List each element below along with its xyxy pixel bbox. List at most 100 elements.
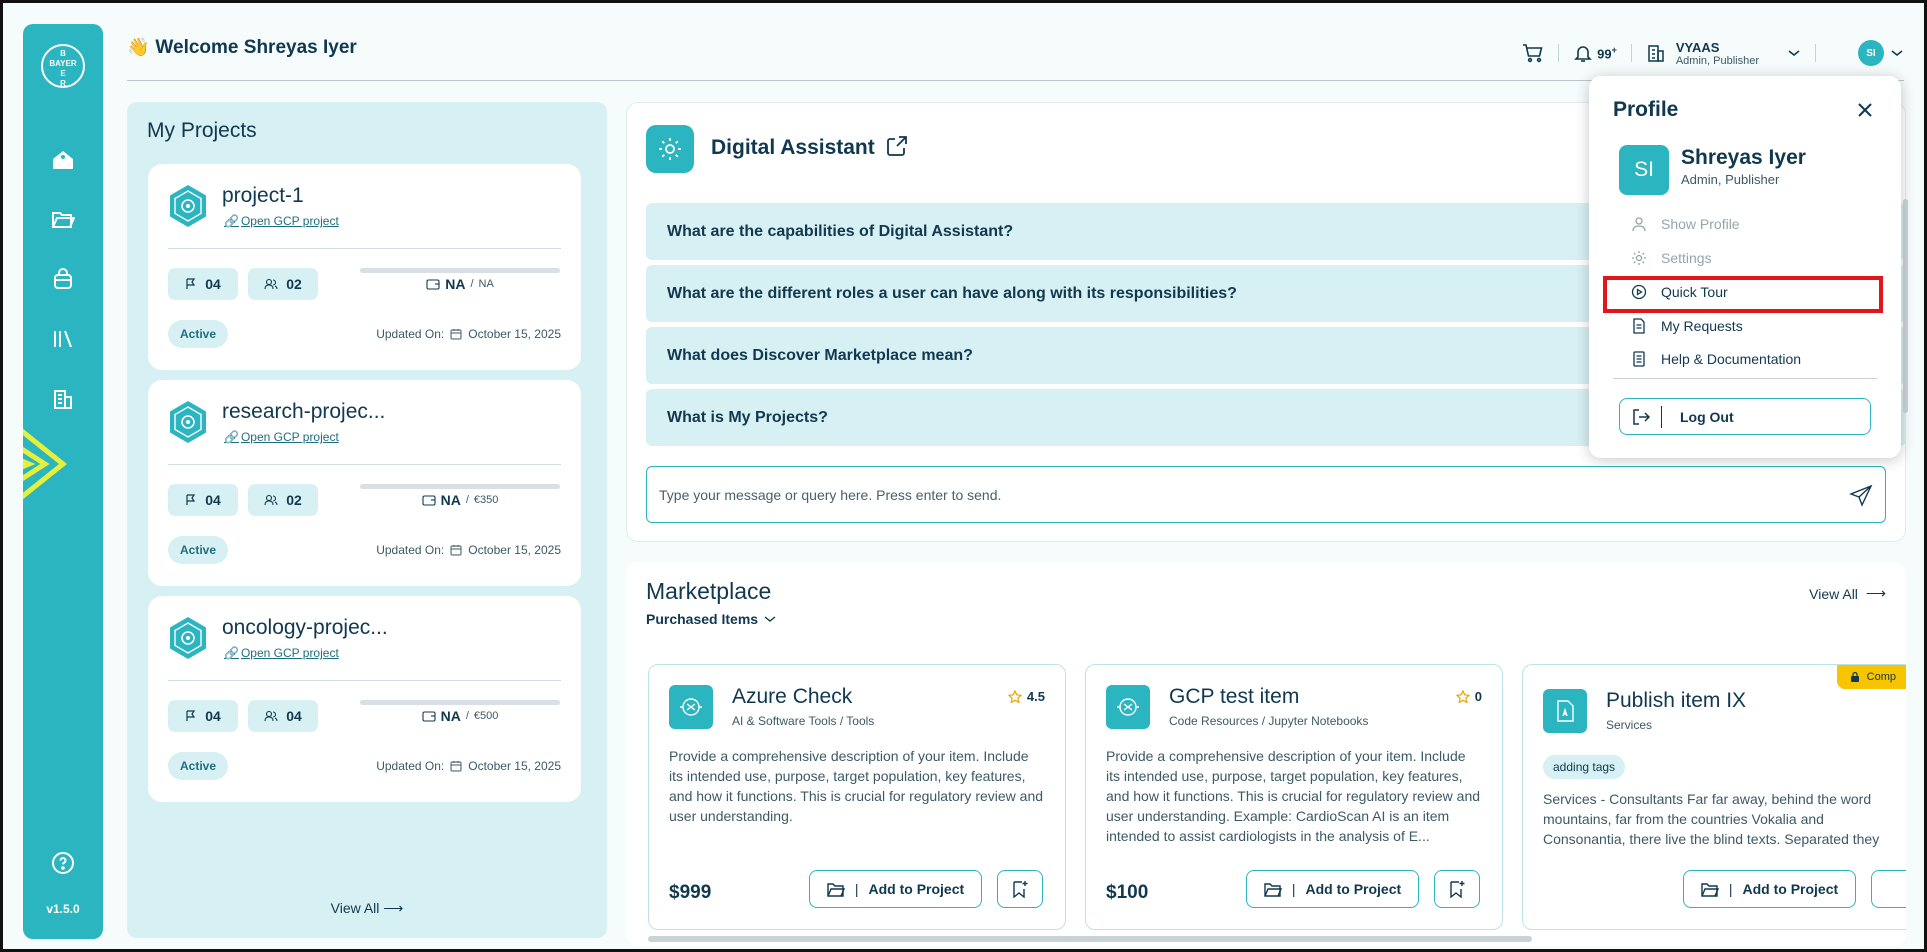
users-icon [264,278,278,290]
project-card[interactable]: research-projec... 🔗 Open GCP project 04 … [148,380,581,586]
menu-my-requests[interactable]: My Requests [1631,318,1743,334]
folder-icon [827,883,845,897]
project-hexagon-icon [170,617,206,659]
send-icon[interactable] [1849,484,1873,508]
wave-emoji: 👋 [127,37,150,57]
updated-on: Updated On: October 15, 2025 [376,327,561,341]
chevron-down-icon [764,616,776,622]
menu-show-profile[interactable]: Show Profile [1631,216,1740,232]
brain-chip-icon [1106,685,1150,729]
chevron-down-icon [1891,50,1903,56]
budget-progress-bar [360,484,560,489]
open-gcp-link[interactable]: 🔗 Open GCP project [224,214,339,228]
wallet-icon [422,710,436,722]
folder-icon[interactable] [49,205,77,233]
user-menu[interactable]: SI [1858,40,1904,66]
flags-count: 04 [168,700,238,732]
bookmark-add-button[interactable] [1434,870,1480,908]
org-switcher[interactable]: VYAAS Admin, Publisher [1646,40,1801,67]
flag-icon [186,278,196,289]
divider [168,464,561,465]
item-name: GCP test item [1169,685,1300,708]
marketplace-card[interactable]: GCP test item Code Resources / Jupyter N… [1085,664,1503,930]
star-icon [1455,689,1470,704]
top-header: 👋 Welcome Shreyas Iyer 99+ VYAAS Admin, P… [127,33,1904,81]
folder-icon [1701,883,1719,897]
buildings-icon[interactable] [49,385,77,413]
decorative-chevron-icon [23,428,68,500]
bookmark-plus-icon [1450,881,1465,898]
flags-count: 04 [168,484,238,516]
avatar: SI [1858,40,1884,66]
profile-title: Profile [1613,98,1679,121]
updated-on: Updated On: October 15, 2025 [376,543,561,557]
marketplace-card[interactable]: Comp Publish item IX Services adding tag… [1522,664,1906,930]
budget-progress-bar [360,700,560,705]
budget-info: NA / €350 [360,492,560,508]
help-icon[interactable] [51,851,75,875]
marketplace-panel: Marketplace Purchased Items View All ⟶ Az… [626,562,1906,946]
scrollbar[interactable] [1903,199,1908,413]
welcome-message: 👋 Welcome Shreyas Iyer [127,37,357,58]
status-badge: Active [168,752,229,780]
item-name: Publish item IX [1606,689,1747,712]
horizontal-scrollbar[interactable] [648,936,1532,942]
bayer-logo[interactable]: B BAYER E R [41,44,85,88]
menu-help-documentation[interactable]: Help & Documentation [1631,351,1801,367]
add-to-project-button[interactable]: | Add to Project [1246,870,1419,908]
members-count: 04 [248,700,318,732]
item-price: $999 [669,882,712,903]
item-name: Azure Check [732,685,853,708]
flag-icon [186,710,196,721]
cart-icon[interactable] [1522,43,1544,63]
calendar-icon [450,761,462,772]
header-divider [1630,44,1632,62]
item-category: Services [1606,718,1653,732]
open-gcp-link[interactable]: 🔗 Open GCP project [224,646,339,660]
my-projects-panel: My Projects project-1 🔗 Open GCP project … [127,102,607,938]
project-name: oncology-projec... [222,616,388,639]
project-card[interactable]: project-1 🔗 Open GCP project 04 02 NA / NA … [148,164,581,370]
organization-icon [1648,45,1664,62]
notifications-button[interactable]: 99+ [1573,43,1617,63]
arrow-right-icon: ⟶ [1865,585,1886,601]
menu-settings[interactable]: Settings [1631,250,1712,266]
wallet-icon [422,494,436,506]
marketplace-filter-dropdown[interactable]: Purchased Items [646,611,776,627]
budget-info: NA / €500 [360,708,560,724]
open-gcp-link[interactable]: 🔗 Open GCP project [224,430,339,444]
bookmark-plus-icon [1013,881,1028,898]
request-doc-icon [1633,318,1645,334]
logout-icon [1620,405,1662,428]
add-to-project-button[interactable]: | Add to Project [809,870,982,908]
document-icon [1543,689,1587,733]
members-count: 02 [248,484,318,516]
project-card[interactable]: oncology-projec... 🔗 Open GCP project 04 … [148,596,581,802]
add-to-project-button[interactable]: | Add to Project [1683,870,1856,908]
org-name: VYAAS [1675,39,1720,55]
bookmark-add-button[interactable] [1871,870,1906,908]
divider [1613,378,1877,379]
marketplace-view-all-link[interactable]: View All ⟶ [1809,585,1886,602]
bag-icon[interactable] [49,265,77,293]
external-link-icon[interactable] [885,134,909,158]
users-icon [264,494,278,506]
item-category: Code Resources / Jupyter Notebooks [1169,714,1369,728]
gear-icon [1632,251,1646,265]
logout-button[interactable]: Log Out [1619,398,1871,435]
header-divider [1815,44,1816,62]
marketplace-card[interactable]: Azure Check AI & Software Tools / Tools … [648,664,1066,930]
library-icon[interactable] [49,325,77,353]
user-icon [1632,217,1646,232]
lock-icon [1850,671,1859,682]
updated-on: Updated On: October 15, 2025 [376,759,561,773]
projects-view-all-link[interactable]: View All ⟶ [127,900,607,917]
chat-input[interactable]: Type your message or query here. Press e… [646,466,1886,523]
home-icon[interactable] [49,146,77,174]
close-icon[interactable] [1857,102,1873,118]
star-icon [1007,689,1022,704]
bookmark-add-button[interactable] [997,870,1043,908]
budget-info: NA / NA [360,276,560,292]
project-name: project-1 [222,184,304,207]
profile-role: Admin, Publisher [1681,172,1780,187]
